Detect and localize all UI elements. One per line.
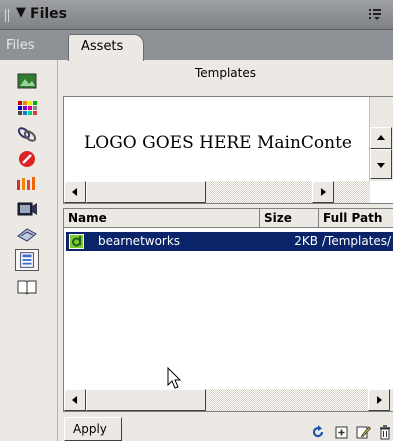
scroll-thumb[interactable]: [86, 181, 206, 203]
options-menu-icon[interactable]: [369, 8, 383, 20]
refresh-icon[interactable]: [310, 424, 326, 440]
asset-list: Name Size Full Path bearnetworks 2KB /Te…: [63, 208, 393, 412]
arrow-down-icon: [377, 163, 385, 168]
scroll-right-button[interactable]: [312, 181, 334, 203]
tab-files[interactable]: Files: [6, 38, 35, 53]
apply-button[interactable]: Apply: [64, 417, 122, 441]
preview-horizontal-scrollbar[interactable]: [64, 181, 370, 203]
preview-vertical-scrollbar[interactable]: [369, 97, 393, 181]
template-preview: LOGO GOES HERE MainConte: [63, 96, 393, 204]
arrow-right-icon: [377, 396, 382, 404]
list-header: Name Size Full Path: [64, 209, 393, 228]
arrow-up-icon: [377, 135, 385, 140]
scripts-icon[interactable]: [15, 224, 39, 246]
assets-footer: Apply: [58, 412, 393, 441]
asset-size: 2KB: [294, 234, 318, 248]
scroll-left-button[interactable]: [64, 389, 86, 411]
tab-bar: Files Assets: [0, 30, 393, 61]
scroll-down-button[interactable]: [370, 149, 392, 179]
arrow-left-icon: [72, 188, 77, 196]
panel-title: Files: [30, 6, 67, 22]
shockwave-icon[interactable]: [15, 172, 39, 194]
assets-panel: Templates LOGO GOES HERE MainConte Name …: [58, 60, 393, 441]
new-template-icon[interactable]: [333, 424, 349, 440]
library-icon[interactable]: [15, 276, 39, 298]
scroll-thumb[interactable]: [86, 389, 206, 411]
list-horizontal-scrollbar[interactable]: [64, 389, 393, 411]
scroll-right-button[interactable]: [368, 389, 390, 411]
arrow-left-icon: [72, 396, 77, 404]
grip-handle[interactable]: [5, 9, 10, 22]
section-title: Templates: [194, 66, 256, 80]
tab-assets[interactable]: Assets: [68, 34, 144, 61]
collapse-arrow-icon[interactable]: ▼: [16, 5, 26, 20]
movies-icon[interactable]: [15, 198, 39, 220]
arrow-right-icon: [321, 188, 326, 196]
urls-icon[interactable]: [15, 123, 39, 145]
scroll-left-button[interactable]: [64, 181, 86, 203]
preview-text: LOGO GOES HERE MainConte: [84, 133, 352, 153]
template-file-icon: [69, 234, 84, 249]
column-header-size[interactable]: Size: [260, 209, 319, 228]
column-header-full-path[interactable]: Full Path: [319, 209, 393, 228]
panel-titlebar[interactable]: ▼ Files: [0, 0, 393, 30]
templates-icon[interactable]: [15, 249, 39, 271]
asset-path: /Templates/: [322, 234, 392, 248]
delete-icon[interactable]: [377, 424, 393, 440]
flash-icon[interactable]: [15, 148, 39, 170]
asset-category-sidebar: [0, 60, 58, 441]
edit-icon[interactable]: [355, 424, 371, 440]
scroll-up-button[interactable]: [370, 127, 392, 149]
mouse-cursor-icon: [167, 367, 182, 389]
table-row[interactable]: bearnetworks 2KB /Templates/: [66, 232, 393, 251]
colors-icon[interactable]: [15, 96, 39, 118]
column-header-name[interactable]: Name: [64, 209, 260, 228]
asset-name: bearnetworks: [98, 234, 181, 248]
images-icon[interactable]: [15, 70, 39, 92]
